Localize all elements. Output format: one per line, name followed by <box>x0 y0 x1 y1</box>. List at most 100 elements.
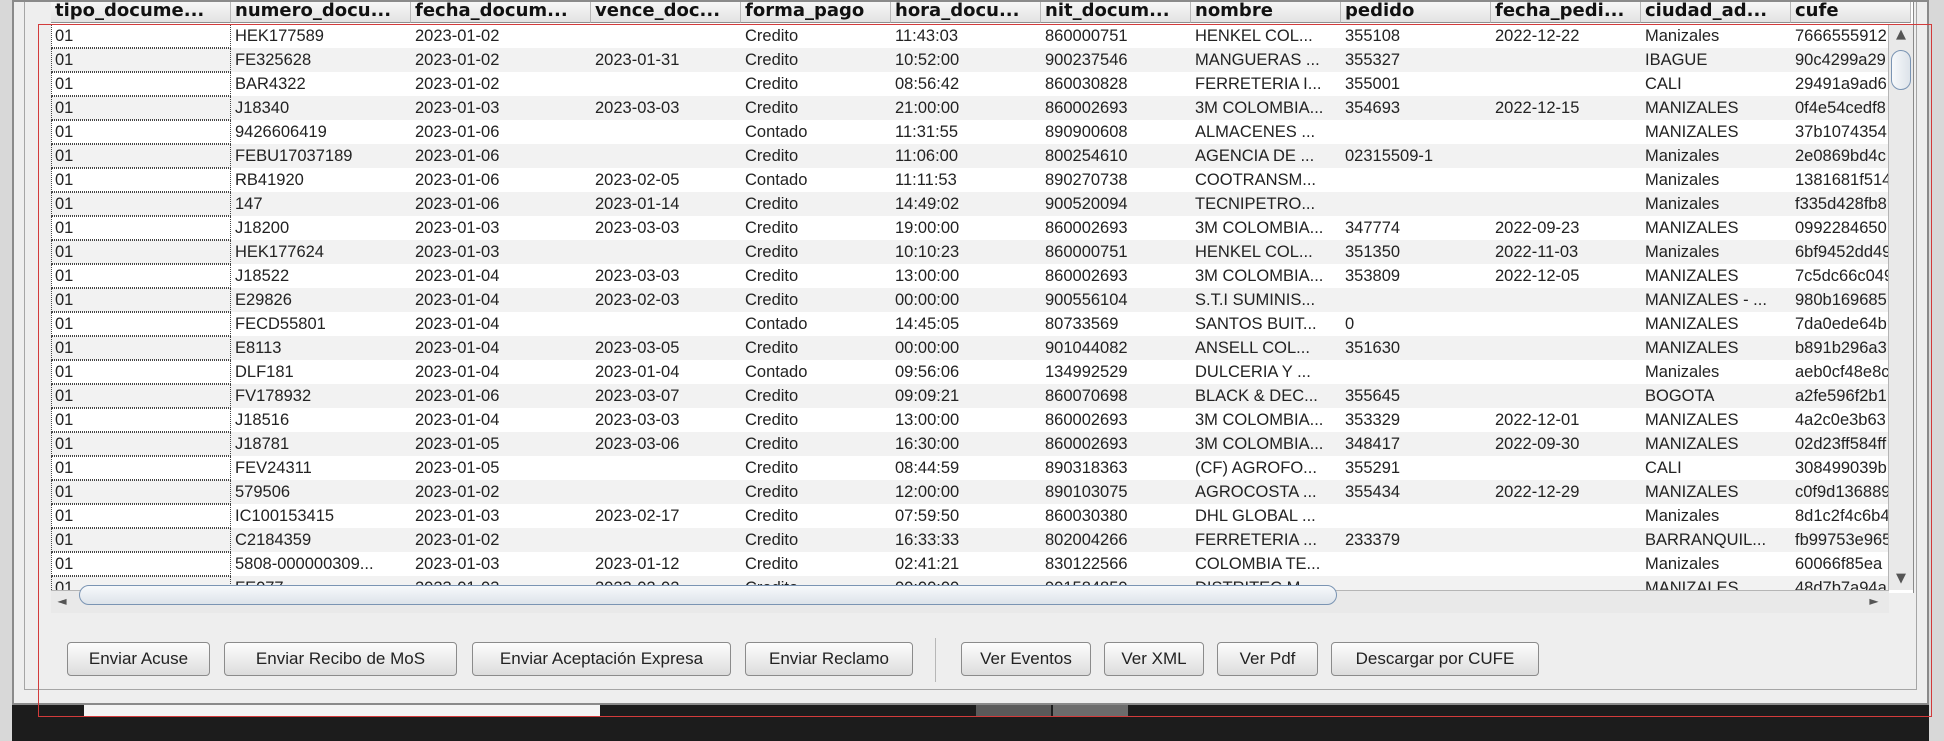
table-cell[interactable]: COOTRANSM... <box>1191 168 1341 192</box>
table-cell[interactable]: 3M COLOMBIA... <box>1191 432 1341 456</box>
table-cell[interactable] <box>591 24 741 48</box>
table-cell[interactable]: MANIZALES <box>1641 312 1791 336</box>
table-row[interactable]: 01 IC100153415 2023-01-03 2023-02-17 Credito… <box>51 504 1889 528</box>
table-row[interactable]: 01 147 2023-01-06 2023-01-14 Credito 14:49:02… <box>51 192 1889 216</box>
table-cell[interactable]: DHL GLOBAL ... <box>1191 504 1341 528</box>
table-cell[interactable] <box>1491 552 1641 576</box>
table-cell[interactable]: 7666555912 <box>1791 24 1889 48</box>
table-cell[interactable]: 01 <box>51 24 231 48</box>
table-cell[interactable]: 60066f85ea <box>1791 552 1889 576</box>
table-cell[interactable]: 01 <box>51 408 231 432</box>
table-row[interactable]: 01 J18200 2023-01-03 2023-03-03 Credito 19:00… <box>51 216 1889 240</box>
table-cell[interactable] <box>1341 192 1491 216</box>
table-cell[interactable]: a2fe596f2b1 <box>1791 384 1889 408</box>
table-cell[interactable]: FV178932 <box>231 384 411 408</box>
table-cell[interactable]: FEBU17037189 <box>231 144 411 168</box>
table-cell[interactable] <box>1491 528 1641 552</box>
table-cell[interactable]: 2023-02-17 <box>591 504 741 528</box>
table-cell[interactable]: 01 <box>51 480 231 504</box>
table-cell[interactable]: Manizales <box>1641 360 1791 384</box>
table-cell[interactable]: DULCERIA Y ... <box>1191 360 1341 384</box>
table-row[interactable]: 01 5808-000000309... 2023-01-03 2023-01-12 C… <box>51 552 1889 576</box>
vertical-scrollbar[interactable]: ▲ ▼ <box>1888 24 1913 590</box>
table-cell[interactable]: 21:00:00 <box>891 96 1041 120</box>
table-cell[interactable]: MANIZALES <box>1641 264 1791 288</box>
table-cell[interactable]: Credito <box>741 192 891 216</box>
table-cell[interactable]: 2022-12-15 <box>1491 96 1641 120</box>
table-cell[interactable]: fb99753e965 <box>1791 528 1889 552</box>
horizontal-scrollbar[interactable]: ◄ ► <box>51 585 1889 613</box>
table-cell[interactable]: BLACK & DEC... <box>1191 384 1341 408</box>
table-cell[interactable]: 2023-01-04 <box>411 264 591 288</box>
table-cell[interactable]: 353809 <box>1341 264 1491 288</box>
table-cell[interactable] <box>1491 360 1641 384</box>
download-cufe-button[interactable]: Descargar por CUFE <box>1331 642 1539 676</box>
table-cell[interactable]: J18200 <box>231 216 411 240</box>
table-cell[interactable]: 14:49:02 <box>891 192 1041 216</box>
table-cell[interactable] <box>1491 120 1641 144</box>
table-cell[interactable] <box>1491 384 1641 408</box>
table-row[interactable]: 01 FV178932 2023-01-06 2023-03-07 Credito 09:… <box>51 384 1889 408</box>
send-reclamo-button[interactable]: Enviar Reclamo <box>745 642 913 676</box>
table-cell[interactable]: Credito <box>741 264 891 288</box>
table-cell[interactable]: 860002693 <box>1041 264 1191 288</box>
table-cell[interactable] <box>591 480 741 504</box>
table-cell[interactable] <box>1341 552 1491 576</box>
table-cell[interactable]: Credito <box>741 288 891 312</box>
table-row[interactable]: 01 579506 2023-01-02 Credito 12:00:00 8901030… <box>51 480 1889 504</box>
table-cell[interactable]: 2023-01-06 <box>411 192 591 216</box>
table-cell[interactable]: b891b296a3 <box>1791 336 1889 360</box>
table-cell[interactable]: 860030380 <box>1041 504 1191 528</box>
table-cell[interactable]: 3M COLOMBIA... <box>1191 408 1341 432</box>
table-cell[interactable]: 2023-03-03 <box>591 96 741 120</box>
table-cell[interactable]: 2023-03-05 <box>591 336 741 360</box>
table-cell[interactable] <box>591 240 741 264</box>
table-cell[interactable]: MANIZALES <box>1641 408 1791 432</box>
table-cell[interactable]: 01 <box>51 360 231 384</box>
table-cell[interactable]: 4a2c0e3b63 <box>1791 408 1889 432</box>
table-cell[interactable]: 02315509-1 <box>1341 144 1491 168</box>
table-cell[interactable]: 08:56:42 <box>891 72 1041 96</box>
table-cell[interactable]: 7da0ede64b <box>1791 312 1889 336</box>
table-cell[interactable]: 01 <box>51 456 231 480</box>
table-cell[interactable]: Contado <box>741 360 891 384</box>
table-cell[interactable]: MANIZALES <box>1641 480 1791 504</box>
table-cell[interactable]: 6bf9452dd49 <box>1791 240 1889 264</box>
column-header[interactable]: ciudad_ad... <box>1641 2 1791 23</box>
table-cell[interactable]: 980b169685 <box>1791 288 1889 312</box>
table-cell[interactable]: 2023-01-06 <box>411 168 591 192</box>
table-row[interactable]: 01 E29826 2023-01-04 2023-02-03 Credito 00:00… <box>51 288 1889 312</box>
table-row[interactable]: 01 RB41920 2023-01-06 2023-02-05 Contado 11:1… <box>51 168 1889 192</box>
table-cell[interactable] <box>1341 168 1491 192</box>
table-cell[interactable]: 01 <box>51 144 231 168</box>
table-cell[interactable]: 355291 <box>1341 456 1491 480</box>
table-cell[interactable]: Manizales <box>1641 144 1791 168</box>
table-cell[interactable]: 860000751 <box>1041 24 1191 48</box>
table-cell[interactable] <box>591 120 741 144</box>
table-cell[interactable]: 2023-01-04 <box>591 360 741 384</box>
table-cell[interactable]: BARRANQUIL... <box>1641 528 1791 552</box>
table-cell[interactable]: 37b1074354 <box>1791 120 1889 144</box>
table-cell[interactable]: 2023-01-02 <box>411 24 591 48</box>
table-cell[interactable]: 2023-01-05 <box>411 456 591 480</box>
table-cell[interactable]: 2023-01-06 <box>411 120 591 144</box>
table-cell[interactable]: HENKEL COL... <box>1191 240 1341 264</box>
table-cell[interactable]: 355108 <box>1341 24 1491 48</box>
table-cell[interactable]: TECNIPETRO... <box>1191 192 1341 216</box>
scroll-right-icon[interactable]: ► <box>1865 592 1883 610</box>
table-cell[interactable]: 802004266 <box>1041 528 1191 552</box>
table-cell[interactable]: J18522 <box>231 264 411 288</box>
table-cell[interactable]: 134992529 <box>1041 360 1191 384</box>
table-cell[interactable]: 2022-12-05 <box>1491 264 1641 288</box>
table-cell[interactable]: 2023-02-03 <box>591 288 741 312</box>
table-cell[interactable]: Manizales <box>1641 24 1791 48</box>
table-cell[interactable]: C2184359 <box>231 528 411 552</box>
table-cell[interactable]: MANIZALES <box>1641 432 1791 456</box>
table-cell[interactable]: 355645 <box>1341 384 1491 408</box>
table-cell[interactable]: SANTOS BUIT... <box>1191 312 1341 336</box>
table-cell[interactable]: 2023-01-03 <box>411 552 591 576</box>
table-cell[interactable]: 8d1c2f4c6b4 <box>1791 504 1889 528</box>
table-cell[interactable]: Contado <box>741 120 891 144</box>
table-cell[interactable]: 07:59:50 <box>891 504 1041 528</box>
table-cell[interactable]: E29826 <box>231 288 411 312</box>
